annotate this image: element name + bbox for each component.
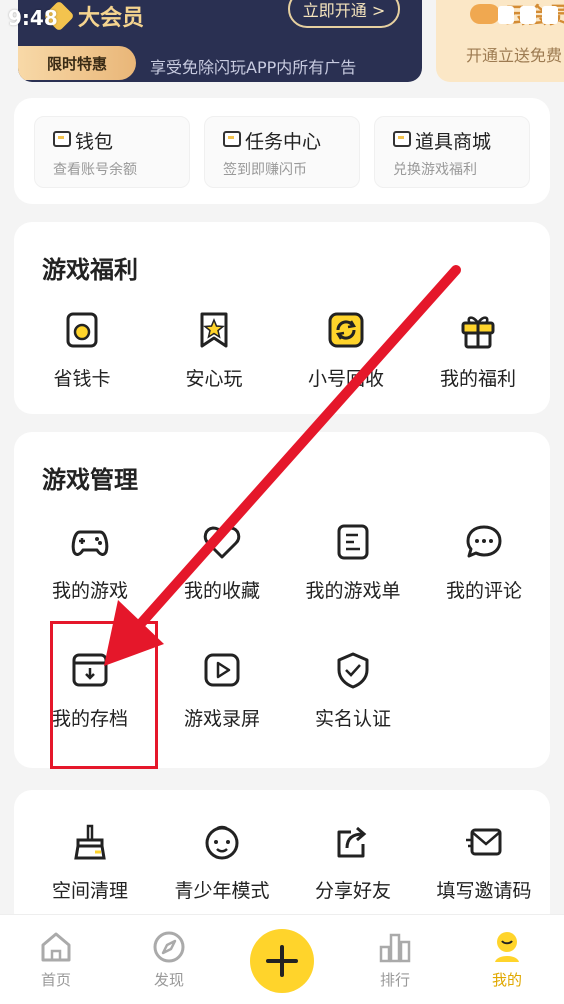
annotation-highlight-box xyxy=(50,621,158,769)
manage-real-name-verification[interactable]: 实名认证 xyxy=(293,650,413,731)
manage-label: 我的游戏单 xyxy=(305,580,401,602)
cloud-description: 开通立送免费 xyxy=(466,46,563,65)
cloud-icon xyxy=(470,4,500,24)
nav-profile[interactable]: 我的 xyxy=(467,925,547,990)
shield-check-icon xyxy=(337,652,369,689)
tool-label: 填写邀请码 xyxy=(436,880,532,902)
wallet-link[interactable]: 钱包 查看账号余额 xyxy=(34,116,190,188)
tool-invite-code[interactable]: 填写邀请码 xyxy=(424,822,544,903)
benefit-label: 我的福利 xyxy=(439,368,516,390)
manage-my-games[interactable]: 我的游戏 xyxy=(30,522,150,603)
nav-label: 排行 xyxy=(379,971,410,989)
manage-label: 实名认证 xyxy=(314,708,391,730)
tool-teen-mode[interactable]: 青少年模式 xyxy=(162,822,282,903)
create-plus-button[interactable] xyxy=(250,929,314,993)
game-benefits-card: 游戏福利 省钱卡 安心玩 小号回收 我的福利 xyxy=(14,222,550,414)
vip-open-button[interactable]: 立即开通 > xyxy=(288,0,400,28)
home-icon xyxy=(41,932,71,962)
list-icon xyxy=(337,524,369,560)
task-icon xyxy=(223,131,241,147)
benefit-my-welfare[interactable]: 我的福利 xyxy=(418,310,538,391)
savings-card-icon xyxy=(66,312,98,348)
signal-icon xyxy=(520,6,536,24)
plus-icon xyxy=(266,945,298,977)
tool-label: 青少年模式 xyxy=(174,880,270,902)
mail-icon xyxy=(466,828,502,856)
vip-card[interactable]: 大会员 立即开通 > 限时特惠 享受免除闪玩APP内所有广告 xyxy=(18,0,422,82)
tool-label: 分享好友 xyxy=(314,880,391,902)
benefit-label: 小号回收 xyxy=(307,368,384,390)
task-center-link[interactable]: 任务中心 签到即赚闪币 xyxy=(204,116,360,188)
comment-icon xyxy=(466,525,502,558)
section-title-benefits: 游戏福利 xyxy=(42,256,138,284)
item-shop-link[interactable]: 道具商城 兑换游戏福利 xyxy=(374,116,530,188)
profile-icon xyxy=(495,932,519,962)
nav-label: 发现 xyxy=(153,971,184,989)
nav-label: 我的 xyxy=(491,971,522,989)
manage-my-comments[interactable]: 我的评论 xyxy=(424,522,544,603)
task-center-sub: 签到即赚闪币 xyxy=(223,162,307,178)
compass-icon xyxy=(153,931,185,963)
tool-space-cleanup[interactable]: 空间清理 xyxy=(30,822,150,903)
benefit-account-recycle[interactable]: 小号回收 xyxy=(286,310,406,391)
nav-discover[interactable]: 发现 xyxy=(129,925,209,990)
benefit-label: 安心玩 xyxy=(185,368,243,390)
broom-icon xyxy=(74,824,106,860)
section-title-management: 游戏管理 xyxy=(42,466,138,494)
tools-card: 空间清理 青少年模式 分享好友 填写邀请码 xyxy=(14,790,550,930)
heart-icon xyxy=(203,526,241,559)
manage-my-favorites[interactable]: 我的收藏 xyxy=(162,522,282,603)
nav-ranking[interactable]: 排行 xyxy=(355,925,435,990)
benefit-safe-play[interactable]: 安心玩 xyxy=(154,310,274,391)
item-shop-label: 道具商城 xyxy=(415,131,492,153)
task-center-label: 任务中心 xyxy=(245,131,322,153)
battery-icon xyxy=(542,6,558,24)
benefit-savings-card[interactable]: 省钱卡 xyxy=(22,310,142,391)
nav-label: 首页 xyxy=(40,971,71,989)
nav-home[interactable]: 首页 xyxy=(16,925,96,990)
item-shop-sub: 兑换游戏福利 xyxy=(393,162,477,178)
benefit-label: 省钱卡 xyxy=(53,368,111,390)
gift-icon xyxy=(461,316,495,349)
tool-share-friends[interactable]: 分享好友 xyxy=(293,822,413,903)
child-icon xyxy=(205,825,239,860)
vip-title: 大会员 xyxy=(78,6,145,31)
gamepad-icon xyxy=(71,530,109,556)
manage-label: 我的收藏 xyxy=(183,580,260,602)
manage-label: 我的游戏 xyxy=(51,580,128,602)
status-time: 9:48 xyxy=(8,6,58,30)
status-icons xyxy=(498,6,558,24)
manage-label: 我的评论 xyxy=(445,580,522,602)
recycle-icon xyxy=(328,312,364,348)
ranking-icon xyxy=(379,933,411,963)
record-icon xyxy=(204,653,240,687)
manage-my-game-list[interactable]: 我的游戏单 xyxy=(293,522,413,603)
tool-label: 空间清理 xyxy=(51,880,128,902)
vip-promo-badge: 限时特惠 xyxy=(18,46,136,80)
vip-description: 享受免除闪玩APP内所有广告 xyxy=(150,58,357,77)
quick-links-card: 钱包 查看账号余额 任务中心 签到即赚闪币 道具商城 兑换游戏福利 xyxy=(14,98,550,204)
star-badge-icon xyxy=(200,312,228,348)
bottom-nav: 首页 发现 排行 我的 xyxy=(0,914,564,1004)
manage-label: 游戏录屏 xyxy=(183,708,260,730)
wallet-sub: 查看账号余额 xyxy=(53,162,137,178)
wallet-icon xyxy=(53,131,71,147)
wifi-icon xyxy=(498,6,514,24)
shop-icon xyxy=(393,131,411,147)
share-icon xyxy=(337,826,367,858)
wallet-label: 钱包 xyxy=(75,131,114,153)
manage-game-recording[interactable]: 游戏录屏 xyxy=(162,650,282,731)
